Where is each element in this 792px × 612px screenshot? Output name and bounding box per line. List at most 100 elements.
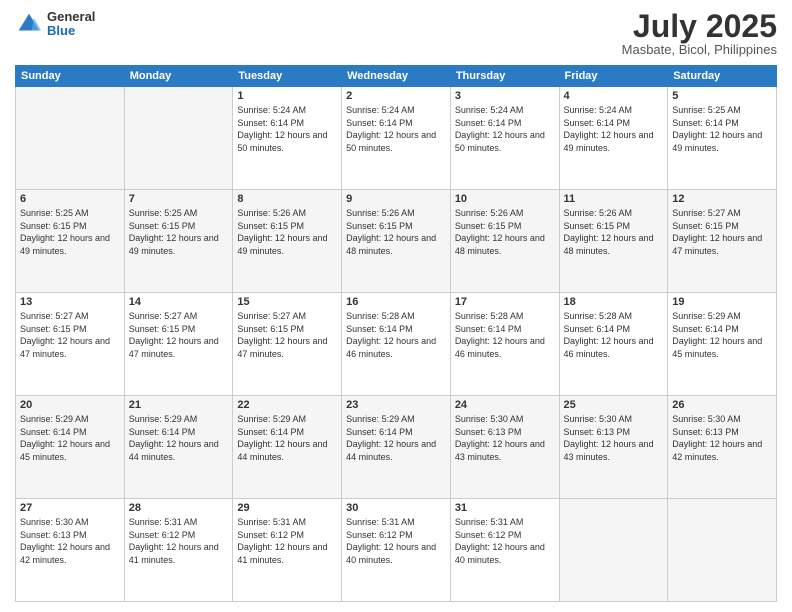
day-info: Sunrise: 5:27 AMSunset: 6:15 PMDaylight:… (237, 310, 337, 360)
calendar-day-cell: 15 Sunrise: 5:27 AMSunset: 6:15 PMDayligh… (233, 293, 342, 396)
calendar-day-cell (124, 87, 233, 190)
day-number: 6 (20, 193, 120, 205)
day-number: 22 (237, 399, 337, 411)
title-block: July 2025 Masbate, Bicol, Philippines (622, 10, 777, 57)
calendar-day-cell: 24Sunrise: 5:30 AMSunset: 6:13 PMDayligh… (450, 396, 559, 499)
calendar-day-cell: 25 Sunrise: 5:30 AMSunset: 6:13 PMDayligh… (559, 396, 668, 499)
weekday-header: Thursday (450, 66, 559, 87)
day-info: Sunrise: 5:27 AMSunset: 6:15 PMDaylight:… (20, 310, 120, 360)
calendar-day-cell: 8Sunrise: 5:26 AMSunset: 6:15 PMDaylight… (233, 190, 342, 293)
day-info: Sunrise: 5:28 AMSunset: 6:14 PMDaylight:… (346, 310, 446, 360)
calendar-day-cell: 10 Sunrise: 5:26 AMSunset: 6:15 PMDayligh… (450, 190, 559, 293)
calendar-day-cell: 3 Sunrise: 5:24 AMSunset: 6:14 PMDaylight… (450, 87, 559, 190)
calendar-day-cell: 29 Sunrise: 5:31 AMSunset: 6:12 PMDayligh… (233, 499, 342, 602)
day-info: Sunrise: 5:24 AMSunset: 6:14 PMDaylight:… (346, 104, 446, 154)
logo: General Blue (15, 10, 95, 39)
day-number: 17 (455, 296, 555, 308)
weekday-header: Saturday (668, 66, 777, 87)
day-number: 23 (346, 399, 446, 411)
calendar-day-cell: 18 Sunrise: 5:28 AMSunset: 6:14 PMDayligh… (559, 293, 668, 396)
day-info: Sunrise: 5:24 AMSunset: 6:14 PMDaylight:… (564, 104, 664, 154)
day-number: 27 (20, 502, 120, 514)
day-info: Sunrise: 5:29 AMSunset: 6:14 PMDaylight:… (129, 413, 229, 463)
calendar-location: Masbate, Bicol, Philippines (622, 42, 777, 57)
day-number: 26 (672, 399, 772, 411)
day-number: 10 (455, 193, 555, 205)
day-number: 7 (129, 193, 229, 205)
calendar-day-cell: 27 Sunrise: 5:30 AMSunset: 6:13 PMDayligh… (16, 499, 125, 602)
calendar-day-cell: 20Sunrise: 5:29 AMSunset: 6:14 PMDayligh… (16, 396, 125, 499)
day-number: 30 (346, 502, 446, 514)
calendar-day-cell: 31 Sunrise: 5:31 AMSunset: 6:12 PMDayligh… (450, 499, 559, 602)
day-info: Sunrise: 5:25 AMSunset: 6:14 PMDaylight:… (672, 104, 772, 154)
day-info: Sunrise: 5:28 AMSunset: 6:14 PMDaylight:… (455, 310, 555, 360)
day-number: 25 (564, 399, 664, 411)
day-number: 8 (237, 193, 337, 205)
day-info: Sunrise: 5:31 AMSunset: 6:12 PMDaylight:… (455, 516, 555, 566)
weekday-header: Sunday (16, 66, 125, 87)
day-number: 14 (129, 296, 229, 308)
day-number: 19 (672, 296, 772, 308)
day-number: 4 (564, 90, 664, 102)
day-number: 15 (237, 296, 337, 308)
day-info: Sunrise: 5:24 AMSunset: 6:14 PMDaylight:… (455, 104, 555, 154)
calendar-day-cell (16, 87, 125, 190)
calendar-day-cell: 7 Sunrise: 5:25 AMSunset: 6:15 PMDaylight… (124, 190, 233, 293)
weekday-header: Tuesday (233, 66, 342, 87)
day-number: 9 (346, 193, 446, 205)
day-number: 1 (237, 90, 337, 102)
calendar-day-cell: 22 Sunrise: 5:29 AMSunset: 6:14 PMDayligh… (233, 396, 342, 499)
day-info: Sunrise: 5:30 AMSunset: 6:13 PMDaylight:… (672, 413, 772, 463)
logo-general: General (47, 10, 95, 24)
calendar-day-cell: 6 Sunrise: 5:25 AMSunset: 6:15 PMDaylight… (16, 190, 125, 293)
day-number: 28 (129, 502, 229, 514)
calendar-day-cell: 12Sunrise: 5:27 AMSunset: 6:15 PMDayligh… (668, 190, 777, 293)
day-number: 11 (564, 193, 664, 205)
calendar-header-row: SundayMondayTuesdayWednesdayThursdayFrid… (16, 66, 777, 87)
logo-text: General Blue (47, 10, 95, 39)
day-number: 16 (346, 296, 446, 308)
day-info: Sunrise: 5:31 AMSunset: 6:12 PMDaylight:… (129, 516, 229, 566)
day-info: Sunrise: 5:29 AMSunset: 6:14 PMDaylight:… (237, 413, 337, 463)
day-number: 18 (564, 296, 664, 308)
day-info: Sunrise: 5:25 AMSunset: 6:15 PMDaylight:… (129, 207, 229, 257)
calendar-week-row: 27 Sunrise: 5:30 AMSunset: 6:13 PMDayligh… (16, 499, 777, 602)
calendar-day-cell: 30 Sunrise: 5:31 AMSunset: 6:12 PMDayligh… (342, 499, 451, 602)
day-info: Sunrise: 5:26 AMSunset: 6:15 PMDaylight:… (346, 207, 446, 257)
weekday-header: Monday (124, 66, 233, 87)
day-number: 5 (672, 90, 772, 102)
day-number: 13 (20, 296, 120, 308)
day-info: Sunrise: 5:29 AMSunset: 6:14 PMDaylight:… (672, 310, 772, 360)
day-info: Sunrise: 5:30 AMSunset: 6:13 PMDaylight:… (20, 516, 120, 566)
day-info: Sunrise: 5:31 AMSunset: 6:12 PMDaylight:… (346, 516, 446, 566)
logo-blue: Blue (47, 24, 95, 38)
header: General Blue July 2025 Masbate, Bicol, P… (15, 10, 777, 57)
day-info: Sunrise: 5:31 AMSunset: 6:12 PMDaylight:… (237, 516, 337, 566)
calendar-week-row: 1 Sunrise: 5:24 AMSunset: 6:14 PMDaylight… (16, 87, 777, 190)
day-info: Sunrise: 5:30 AMSunset: 6:13 PMDaylight:… (564, 413, 664, 463)
day-number: 2 (346, 90, 446, 102)
calendar-day-cell: 16 Sunrise: 5:28 AMSunset: 6:14 PMDayligh… (342, 293, 451, 396)
calendar-week-row: 20Sunrise: 5:29 AMSunset: 6:14 PMDayligh… (16, 396, 777, 499)
day-number: 29 (237, 502, 337, 514)
day-info: Sunrise: 5:26 AMSunset: 6:15 PMDaylight:… (455, 207, 555, 257)
day-info: Sunrise: 5:28 AMSunset: 6:14 PMDaylight:… (564, 310, 664, 360)
day-info: Sunrise: 5:26 AMSunset: 6:15 PMDaylight:… (564, 207, 664, 257)
calendar-day-cell (668, 499, 777, 602)
calendar-day-cell: 5 Sunrise: 5:25 AMSunset: 6:14 PMDaylight… (668, 87, 777, 190)
calendar-title: July 2025 (622, 10, 777, 42)
day-number: 3 (455, 90, 555, 102)
calendar-day-cell: 19 Sunrise: 5:29 AMSunset: 6:14 PMDayligh… (668, 293, 777, 396)
calendar-day-cell: 26 Sunrise: 5:30 AMSunset: 6:13 PMDayligh… (668, 396, 777, 499)
day-info: Sunrise: 5:25 AMSunset: 6:15 PMDaylight:… (20, 207, 120, 257)
day-info: Sunrise: 5:29 AMSunset: 6:14 PMDaylight:… (346, 413, 446, 463)
calendar-day-cell: 4 Sunrise: 5:24 AMSunset: 6:14 PMDaylight… (559, 87, 668, 190)
day-info: Sunrise: 5:24 AMSunset: 6:14 PMDaylight:… (237, 104, 337, 154)
calendar-week-row: 6 Sunrise: 5:25 AMSunset: 6:15 PMDaylight… (16, 190, 777, 293)
weekday-header: Wednesday (342, 66, 451, 87)
day-number: 31 (455, 502, 555, 514)
calendar-day-cell: 21Sunrise: 5:29 AMSunset: 6:14 PMDayligh… (124, 396, 233, 499)
calendar-day-cell: 9 Sunrise: 5:26 AMSunset: 6:15 PMDaylight… (342, 190, 451, 293)
day-number: 12 (672, 193, 772, 205)
calendar-day-cell: 13 Sunrise: 5:27 AMSunset: 6:15 PMDayligh… (16, 293, 125, 396)
